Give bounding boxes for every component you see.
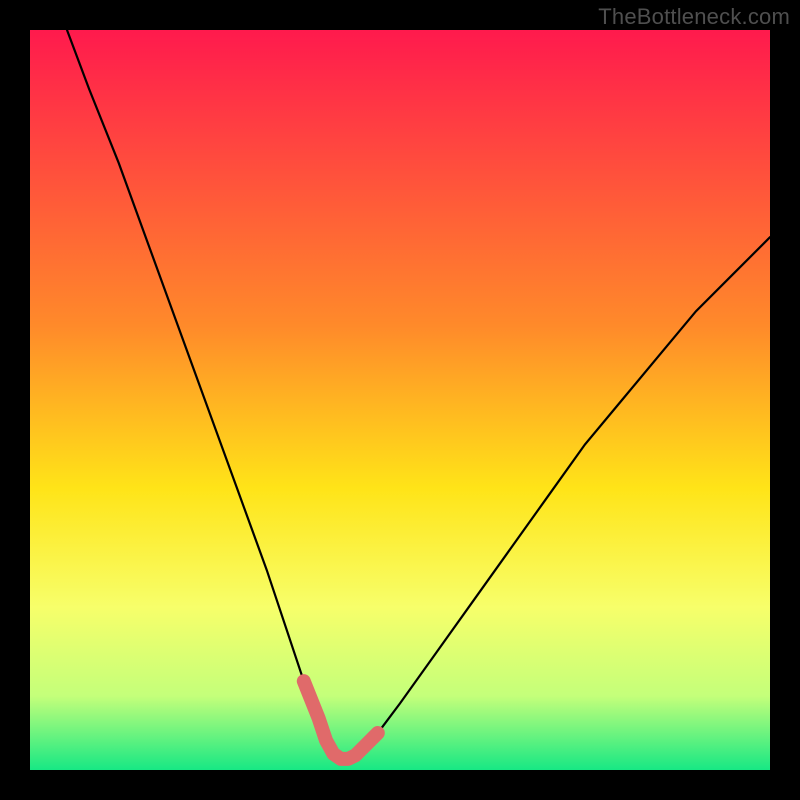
chart-frame: TheBottleneck.com bbox=[0, 0, 800, 800]
bottleneck-curve-plot bbox=[30, 30, 770, 770]
watermark: TheBottleneck.com bbox=[598, 4, 790, 30]
gradient-background bbox=[30, 30, 770, 770]
